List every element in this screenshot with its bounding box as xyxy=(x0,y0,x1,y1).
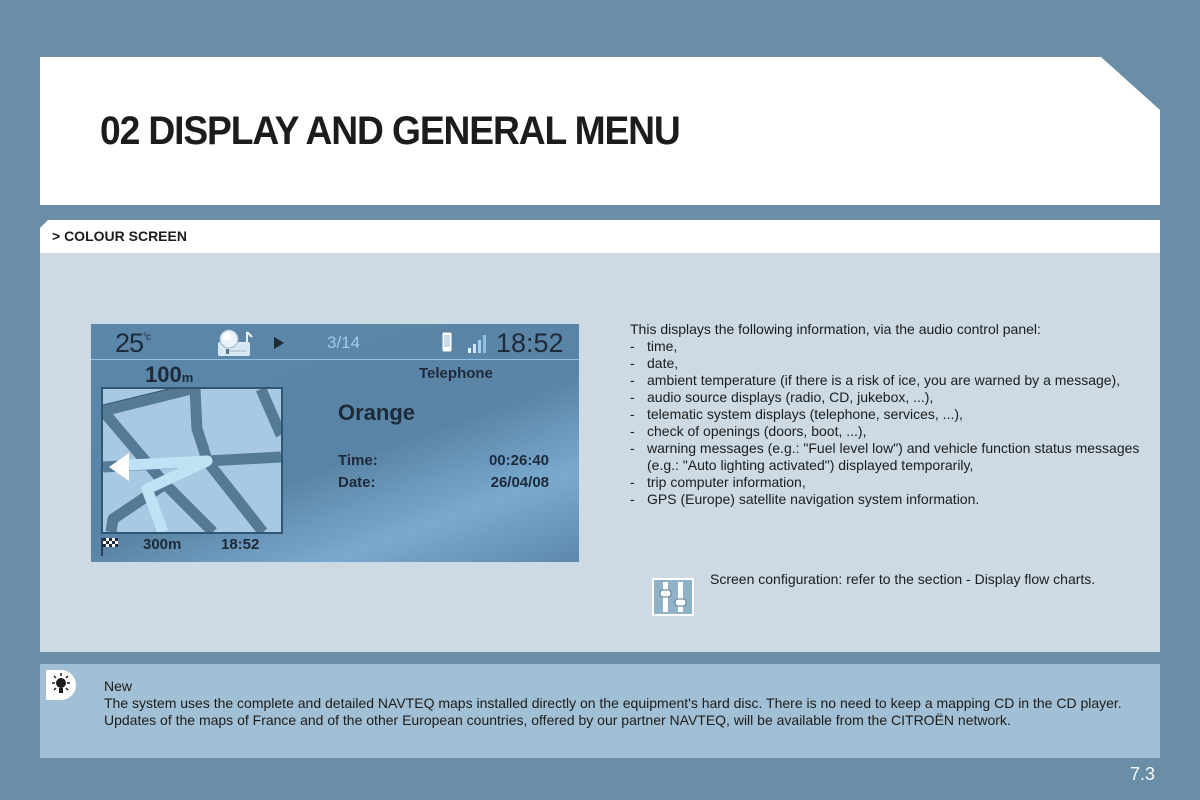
navigation-map xyxy=(98,383,287,536)
temperature-unit: °c xyxy=(143,332,151,343)
date-label: Date: xyxy=(338,474,376,491)
temperature-readout: 25°c xyxy=(115,328,151,359)
phone-icon xyxy=(442,332,452,352)
page-number: 7.3 xyxy=(1130,764,1156,784)
section-label: > COLOUR SCREEN xyxy=(52,228,187,244)
remaining-distance: 300m xyxy=(143,536,182,553)
turn-distance: 100m xyxy=(145,362,193,388)
note-icon-badge xyxy=(46,670,76,700)
content-panel: 25°c 3/14 18:52 100m Telephone Orange Ti… xyxy=(40,253,1160,652)
operator-name: Orange xyxy=(338,400,416,425)
settings-sliders-icon xyxy=(652,578,694,616)
section-header: > COLOUR SCREEN xyxy=(40,220,1160,253)
note-panel: New The system uses the complete and det… xyxy=(40,664,1160,758)
track-counter: 3/14 xyxy=(327,333,361,352)
music-source-icon xyxy=(218,329,253,356)
list-item: telematic system displays (telephone, se… xyxy=(630,406,1150,423)
colour-screen-illustration: 25°c 3/14 18:52 100m Telephone Orange Ti… xyxy=(91,324,579,562)
list-item: time, xyxy=(630,338,1150,355)
status-bar-divider xyxy=(91,359,579,360)
lightbulb-icon xyxy=(52,673,70,693)
list-item: audio source displays (radio, CD, jukebo… xyxy=(630,389,1150,406)
list-item: date, xyxy=(630,355,1150,372)
list-item: trip computer information, xyxy=(630,474,1150,491)
list-item: ambient temperature (if there is a risk … xyxy=(630,372,1150,389)
date-value: 26/04/08 xyxy=(490,474,549,491)
list-item: check of openings (doors, boot, ...), xyxy=(630,423,1150,440)
time-label: Time: xyxy=(338,452,378,469)
intro-text: This displays the following information,… xyxy=(630,321,1150,508)
map-roads xyxy=(98,383,287,536)
context-title: Telephone xyxy=(419,365,493,382)
finish-flag-icon xyxy=(101,538,118,556)
turn-arrow-icon xyxy=(109,453,129,481)
page-title: 02 DISPLAY AND GENERAL MENU xyxy=(100,109,681,153)
title-panel: 02 DISPLAY AND GENERAL MENU xyxy=(40,57,1160,205)
clock: 18:52 xyxy=(496,328,564,358)
turn-distance-value: 100 xyxy=(145,362,182,387)
signal-strength-icon xyxy=(468,335,486,353)
intro-lead: This displays the following information,… xyxy=(630,321,1041,337)
arrival-time: 18:52 xyxy=(221,536,260,553)
temperature-value: 25 xyxy=(115,328,144,358)
info-list: time, date, ambient temperature (if ther… xyxy=(630,338,1150,508)
list-item: warning messages (e.g.: "Fuel level low"… xyxy=(630,440,1150,474)
note-body: The system uses the complete and detaile… xyxy=(104,695,1122,728)
play-icon xyxy=(274,337,284,349)
turn-distance-unit: m xyxy=(181,370,194,385)
note-title: New xyxy=(104,678,133,694)
list-item: GPS (Europe) satellite navigation system… xyxy=(630,491,1150,508)
call-duration: 00:26:40 xyxy=(488,452,549,469)
config-reference: Screen configuration: refer to the secti… xyxy=(710,571,1096,587)
